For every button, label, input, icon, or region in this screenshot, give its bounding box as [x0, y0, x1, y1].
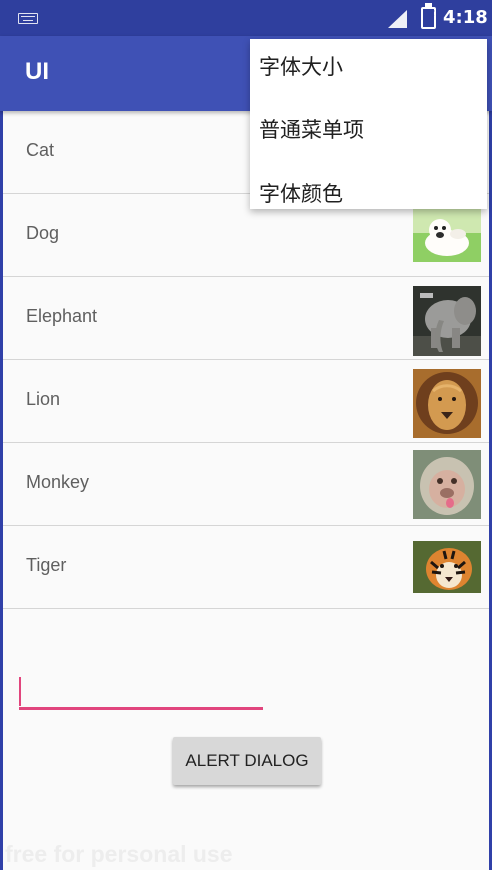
menu-item-font-size[interactable]: 字体大小: [259, 51, 343, 81]
status-bar: ⚡ 4:18: [0, 0, 492, 36]
status-time: 4:18: [443, 7, 488, 28]
keyboard-icon: [18, 13, 38, 24]
app-title: UI: [25, 58, 49, 85]
watermark-text: free for personal use: [5, 841, 233, 867]
list-item-elephant[interactable]: Elephant: [3, 277, 489, 360]
list-item-label: Cat: [26, 140, 55, 160]
signal-icon: [388, 10, 407, 28]
dog-image: [413, 208, 481, 262]
options-popup-menu: 字体大小 普通菜单项 字体颜色: [250, 39, 487, 209]
list-item-label: Monkey: [26, 472, 90, 492]
list-item-label: Dog: [26, 223, 60, 243]
text-input[interactable]: [19, 675, 263, 710]
menu-item-font-color[interactable]: 字体颜色: [259, 178, 343, 208]
text-cursor: [19, 677, 21, 706]
monkey-image: [413, 450, 481, 519]
elephant-image: [413, 286, 481, 356]
battery-charging-icon: ⚡: [421, 3, 436, 29]
list-item-monkey[interactable]: Monkey: [3, 443, 489, 526]
list-item-lion[interactable]: Lion: [3, 360, 489, 443]
tiger-image: [413, 541, 481, 593]
list-item-label: Lion: [26, 389, 61, 409]
alert-dialog-button[interactable]: ALERT DIALOG: [173, 737, 321, 785]
lion-image: [413, 369, 481, 438]
list-item-label: Tiger: [26, 555, 67, 575]
list-item-tiger[interactable]: Tiger: [3, 526, 489, 609]
menu-item-normal[interactable]: 普通菜单项: [259, 114, 364, 144]
list-item-label: Elephant: [26, 306, 98, 326]
